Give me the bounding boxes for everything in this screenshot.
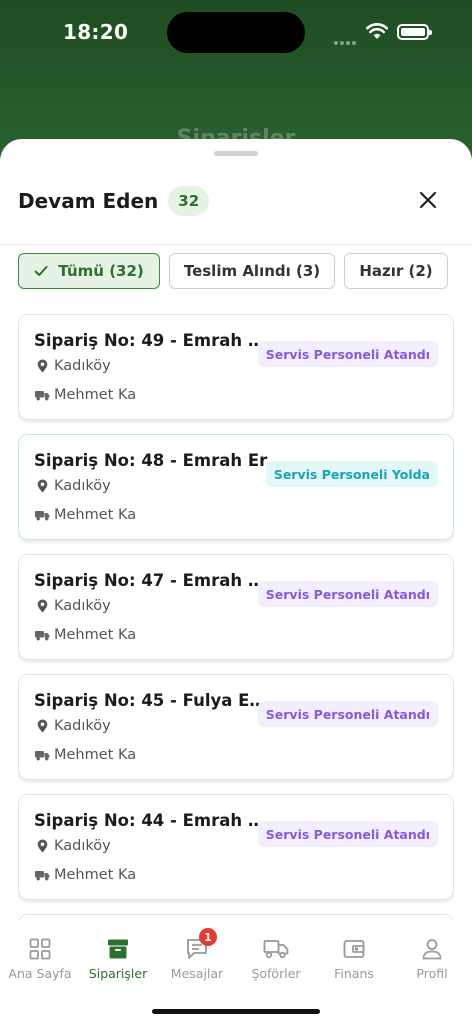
- order-location: Kadıköy: [34, 358, 111, 374]
- truck-icon: [263, 936, 289, 962]
- location-text: Kadıköy: [54, 358, 111, 374]
- order-location: Kadıköy: [34, 718, 111, 734]
- status-badge: Servis Personeli Atandı: [257, 581, 438, 607]
- close-button[interactable]: [414, 186, 442, 214]
- order-location: Kadıköy: [34, 598, 111, 614]
- order-location: Kadıköy: [34, 478, 111, 494]
- order-title: Sipariş No: 45 - Fulya Eren: [34, 691, 274, 710]
- truck-icon: [34, 390, 50, 401]
- order-list: Sipariş No: 49 - Emrah Ere... Servis Per…: [18, 314, 454, 920]
- tab-label: Şoförler: [251, 966, 301, 981]
- order-card[interactable]: Sipariş No: 44 - Emrah Ere... Servis Per…: [18, 794, 454, 900]
- tab-finance[interactable]: Finans: [314, 936, 394, 981]
- status-badge: Servis Personeli Atandı: [257, 341, 438, 367]
- filter-chip-label: Hazır (2): [359, 262, 433, 280]
- location-text: Kadıköy: [54, 838, 111, 854]
- tab-label: Ana Sayfa: [8, 966, 72, 981]
- grid-icon: [29, 936, 51, 962]
- order-count-badge: 32: [168, 186, 210, 216]
- order-card[interactable]: Sipariş No: 48 - Emrah Eren... Servis Pe…: [18, 434, 454, 540]
- sheet-grabber[interactable]: [214, 151, 258, 156]
- location-text: Kadıköy: [54, 598, 111, 614]
- sheet-title: Devam Eden: [18, 189, 159, 213]
- order-title: Sipariş No: 44 - Emrah Ere...: [34, 811, 274, 830]
- battery-icon: [397, 24, 432, 40]
- archive-box-icon: [107, 936, 129, 962]
- filter-chip-ready[interactable]: Hazır (2): [344, 253, 448, 289]
- tab-orders[interactable]: Siparişler: [78, 936, 158, 981]
- order-card[interactable]: Sipariş No: 47 - Emrah Ere... Servis Per…: [18, 554, 454, 660]
- filter-chips: Tümü (32) Teslim Alındı (3) Hazır (2): [18, 253, 457, 289]
- location-pin-icon: [34, 719, 50, 733]
- dynamic-island: [167, 12, 305, 53]
- driver-name: Mehmet Ka: [54, 867, 137, 883]
- status-time: 18:20: [63, 20, 129, 44]
- order-location: Kadıköy: [34, 838, 111, 854]
- wifi-icon: [366, 22, 388, 44]
- location-pin-icon: [34, 599, 50, 613]
- status-badge: Servis Personeli Atandı: [257, 701, 438, 727]
- driver-name: Mehmet Ka: [54, 507, 137, 523]
- tab-messages[interactable]: 1 Mesajlar: [157, 928, 237, 981]
- tab-label: Profil: [416, 966, 448, 981]
- ongoing-orders-sheet: Devam Eden 32 Tümü (32) Teslim Alındı (3…: [0, 139, 472, 1024]
- order-card[interactable]: Sipariş No: 49 - Emrah Ere... Servis Per…: [18, 314, 454, 420]
- unread-badge: 1: [199, 928, 217, 946]
- location-text: Kadıköy: [54, 718, 111, 734]
- order-card[interactable]: Sipariş No: 45 - Fulya Eren Servis Perso…: [18, 674, 454, 780]
- status-badge: Servis Personeli Yolda: [265, 461, 438, 487]
- cellular-signal-icon: [334, 30, 358, 49]
- truck-icon: [34, 630, 50, 641]
- order-title: Sipariş No: 48 - Emrah Eren...: [34, 451, 284, 470]
- tab-label: Siparişler: [88, 966, 148, 981]
- driver-name: Mehmet Ka: [54, 387, 137, 403]
- order-title: Sipariş No: 47 - Emrah Ere...: [34, 571, 274, 590]
- tab-home[interactable]: Ana Sayfa: [0, 936, 80, 981]
- status-bar: 18:20: [0, 0, 472, 64]
- filter-chip-all[interactable]: Tümü (32): [18, 253, 160, 289]
- truck-icon: [34, 750, 50, 761]
- driver-name: Mehmet Ka: [54, 747, 137, 763]
- filter-chip-label: Tümü (32): [58, 262, 144, 280]
- wallet-icon: [343, 936, 365, 962]
- tab-label: Finans: [334, 966, 374, 981]
- home-indicator[interactable]: [152, 1009, 320, 1014]
- location-text: Kadıköy: [54, 478, 111, 494]
- location-pin-icon: [34, 359, 50, 373]
- location-pin-icon: [34, 839, 50, 853]
- order-title: Sipariş No: 49 - Emrah Ere...: [34, 331, 274, 350]
- order-driver: Mehmet Ka: [34, 387, 136, 403]
- tab-profile[interactable]: Profil: [392, 936, 472, 981]
- status-badge: Servis Personeli Atandı: [257, 821, 438, 847]
- order-driver: Mehmet Ka: [34, 747, 136, 763]
- order-driver: Mehmet Ka: [34, 867, 136, 883]
- user-icon: [421, 936, 443, 962]
- close-icon: [419, 191, 437, 209]
- message-icon: 1: [185, 928, 217, 962]
- header-divider: [0, 244, 472, 245]
- order-driver: Mehmet Ka: [34, 627, 136, 643]
- filter-chip-received[interactable]: Teslim Alındı (3): [169, 253, 335, 289]
- truck-icon: [34, 510, 50, 521]
- filter-chip-label: Teslim Alındı (3): [183, 262, 321, 280]
- driver-name: Mehmet Ka: [54, 627, 137, 643]
- check-icon: [34, 265, 48, 277]
- truck-icon: [34, 870, 50, 881]
- location-pin-icon: [34, 479, 50, 493]
- sheet-header: Devam Eden 32: [18, 185, 210, 217]
- order-card-partial[interactable]: [18, 914, 454, 920]
- tab-drivers[interactable]: Şoförler: [236, 936, 316, 981]
- order-driver: Mehmet Ka: [34, 507, 136, 523]
- tab-label: Mesajlar: [170, 966, 224, 981]
